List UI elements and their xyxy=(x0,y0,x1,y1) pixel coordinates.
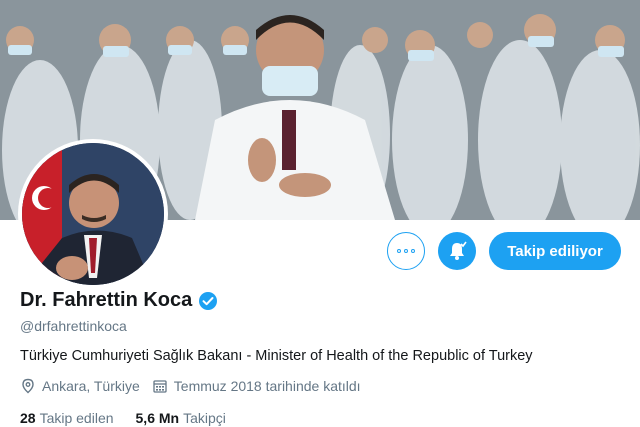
notifications-button[interactable] xyxy=(438,232,476,270)
profile-handle: @drfahrettinkoca xyxy=(20,318,127,334)
following-label: Takip edilen xyxy=(39,410,114,426)
profile-meta: Ankara, Türkiye Temmuz 2018 tarihinde ka… xyxy=(20,378,373,394)
joined-text: Temmuz 2018 tarihinde katıldı xyxy=(173,378,361,394)
following-count: 28 xyxy=(20,410,36,426)
followers-stat[interactable]: 5,6 Mn Takipçi xyxy=(136,410,226,426)
profile-name: Dr. Fahrettin Koca xyxy=(20,289,193,311)
following-stat[interactable]: 28 Takip edilen xyxy=(20,410,114,426)
name-row: Dr. Fahrettin Koca xyxy=(20,289,218,312)
location-pin-icon xyxy=(22,378,34,394)
more-options-icon xyxy=(397,249,415,253)
followers-count: 5,6 Mn xyxy=(135,410,180,426)
profile-bio: Türkiye Cumhuriyeti Sağlık Bakanı - Mini… xyxy=(20,348,533,364)
joined-item: Temmuz 2018 tarihinde katıldı xyxy=(152,378,361,394)
location-text: Ankara, Türkiye xyxy=(42,378,140,394)
calendar-icon xyxy=(153,380,167,393)
profile-stats: 28 Takip edilen 5,6 Mn Takipçi xyxy=(20,410,248,426)
more-options-button[interactable] xyxy=(387,232,425,270)
avatar-photo xyxy=(22,143,164,285)
profile-avatar[interactable] xyxy=(18,139,168,289)
following-button[interactable]: Takip ediliyor xyxy=(489,232,621,270)
bell-notification-icon xyxy=(450,241,467,260)
followers-label: Takipçi xyxy=(183,410,226,426)
location-item: Ankara, Türkiye xyxy=(20,378,140,394)
verified-badge-icon xyxy=(199,291,218,310)
